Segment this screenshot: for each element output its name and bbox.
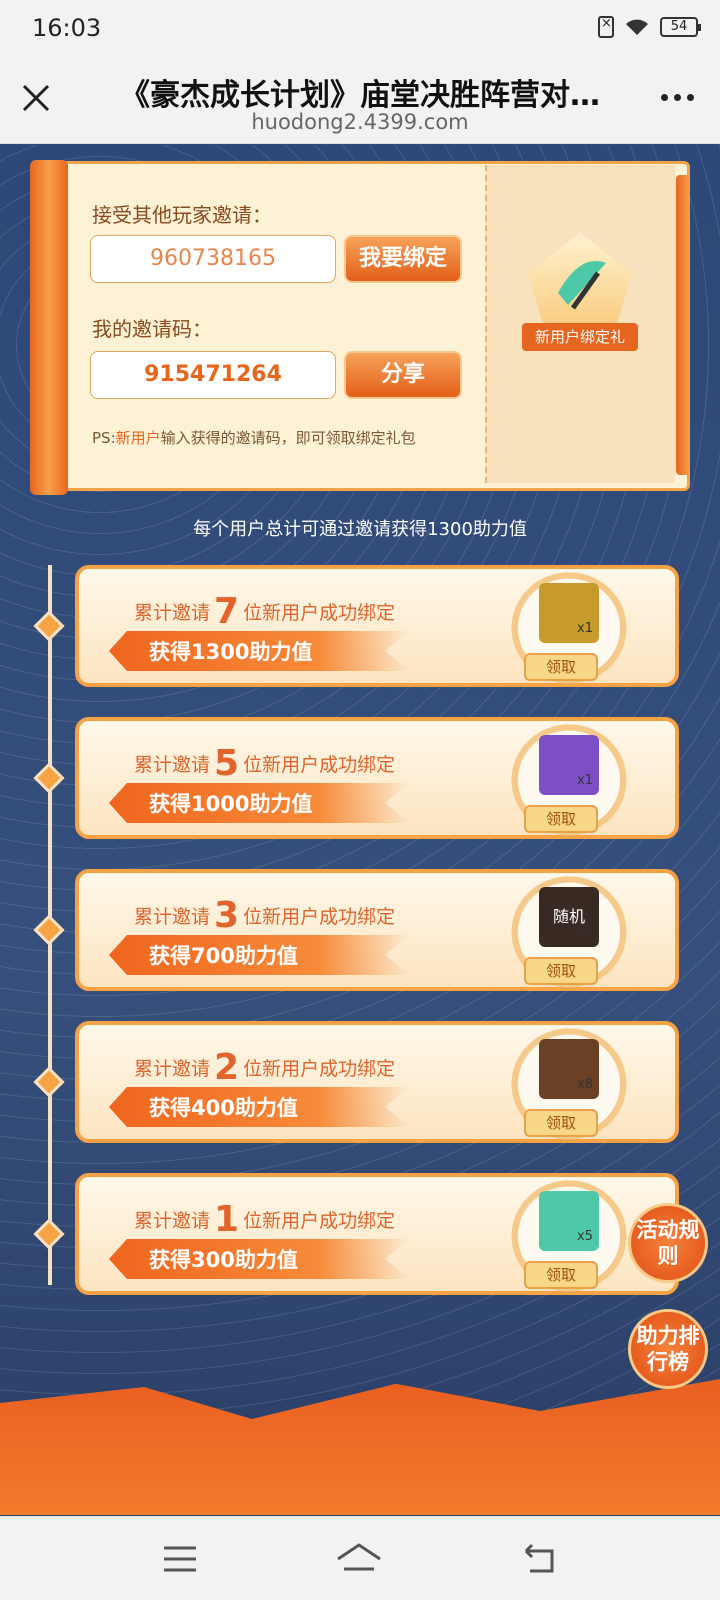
status-icons: 54 [598, 16, 701, 38]
page-url: huodong2.4399.com [251, 110, 469, 134]
tier-condition: 累计邀请 1 位新用户成功绑定 [134, 1199, 396, 1240]
activity-page: 接受其他玩家邀请： 960738165 我要绑定 我的邀请码： 91547126… [0, 145, 720, 1515]
accept-invite-label: 接受其他玩家邀请： [92, 203, 272, 227]
back-icon[interactable] [520, 1539, 560, 1579]
gift-label: 新用户绑定礼 [522, 323, 638, 351]
close-icon[interactable] [20, 82, 52, 114]
battery-icon: 54 [660, 17, 701, 37]
tier-condition: 累计邀请 5 位新用户成功绑定 [134, 743, 396, 784]
tier-reward-value: 获得300助力值 [149, 1248, 298, 1272]
no-sim-icon [598, 16, 614, 38]
tier-reward-value: 获得700助力值 [149, 944, 298, 968]
invite-code-input[interactable]: 960738165 [90, 235, 336, 283]
my-invite-code: 915471264 [90, 351, 336, 399]
tier-reward-value: 获得400助力值 [149, 1096, 298, 1120]
reward-tier-card: 累计邀请 1 位新用户成功绑定获得300助力值 x5 领取 [75, 1173, 679, 1299]
browser-title-bar: 《豪杰成长计划》庙堂决胜阵营对… huodong2.4399.com [0, 58, 720, 144]
page-title: 《豪杰成长计划》庙堂决胜阵营对… [120, 78, 600, 113]
invite-count: 1 [214, 1199, 240, 1240]
tier-condition: 累计邀请 7 位新用户成功绑定 [134, 591, 396, 632]
reward-tier-card: 累计邀请 7 位新用户成功绑定获得1300助力值 x1 领取 [75, 565, 679, 691]
claim-button[interactable]: 领取 [524, 1261, 598, 1289]
reward-quantity: x8 [577, 1077, 593, 1092]
share-button[interactable]: 分享 [344, 351, 462, 399]
tier-reward-value: 获得1300助力值 [149, 640, 313, 664]
menu-icon[interactable] [160, 1539, 200, 1579]
reward-tier-card: 累计邀请 5 位新用户成功绑定获得1000助力值 x1 领取 [75, 717, 679, 843]
reward-tier-card: 累计邀请 3 位新用户成功绑定 获得700助力值 随机 x2 领取 [75, 869, 679, 995]
ranking-button[interactable]: 助力排行榜 [628, 1309, 708, 1389]
more-options-button[interactable] [661, 94, 694, 101]
my-code-label: 我的邀请码： [92, 317, 212, 341]
scroll-rod-right [676, 175, 690, 475]
claim-button[interactable]: 领取 [524, 805, 598, 833]
reward-quantity: x1 [577, 773, 593, 788]
tier-reward-value: 获得1000助力值 [149, 792, 313, 816]
invite-count: 3 [214, 895, 240, 936]
bind-button[interactable]: 我要绑定 [344, 235, 462, 283]
tier-condition: 累计邀请 2 位新用户成功绑定 [134, 1047, 396, 1088]
status-bar: 16:03 54 [0, 0, 720, 58]
invite-count: 2 [214, 1047, 240, 1088]
claim-button[interactable]: 领取 [524, 1109, 598, 1137]
claim-button[interactable]: 领取 [524, 957, 598, 985]
home-icon[interactable] [334, 1539, 384, 1579]
summary-text: 每个用户总计可通过邀请获得1300助力值 [193, 519, 527, 540]
ps-note: PS:新用户输入获得的邀请码，即可领取绑定礼包 [92, 429, 416, 447]
reward-quantity: x2 [577, 925, 593, 940]
reward-quantity: x1 [577, 621, 593, 636]
invite-count: 7 [214, 591, 240, 632]
reward-quantity: x5 [577, 1229, 593, 1244]
rules-button[interactable]: 活动规则 [628, 1203, 708, 1283]
scroll-rod-left [30, 160, 68, 495]
claim-button[interactable]: 领取 [524, 653, 598, 681]
reward-tier-card: 累计邀请 2 位新用户成功绑定获得400助力值 x8 领取 [75, 1021, 679, 1147]
tier-condition: 累计邀请 3 位新用户成功绑定 [134, 895, 396, 936]
invite-count: 5 [214, 743, 240, 784]
status-time: 16:03 [32, 14, 102, 42]
wifi-icon [626, 19, 648, 35]
system-nav-bar [0, 1516, 720, 1600]
